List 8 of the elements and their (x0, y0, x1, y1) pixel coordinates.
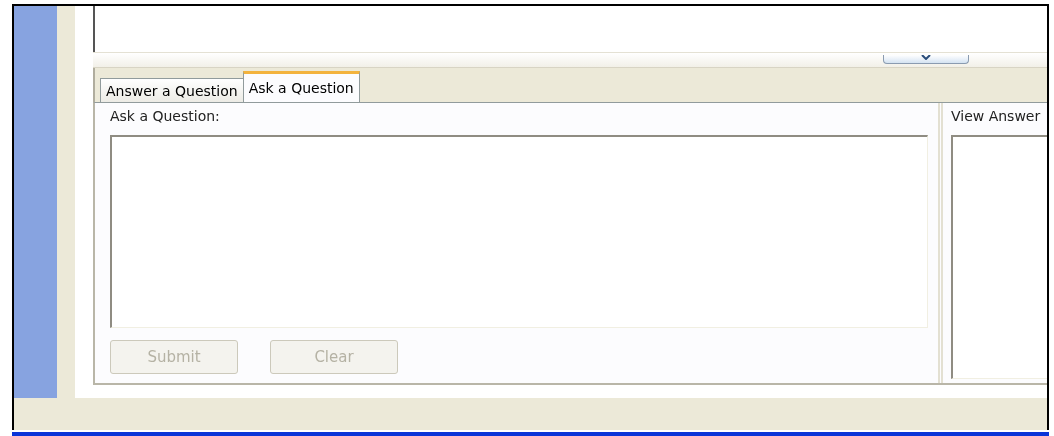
question-field[interactable] (110, 135, 928, 328)
collapse-button[interactable] (883, 55, 969, 64)
chevron-down-icon (920, 55, 932, 60)
panel-label: Ask a Question: (110, 108, 221, 126)
panel-label: View Answer (951, 108, 1042, 126)
answer-field[interactable] (951, 135, 1047, 379)
tab[interactable]: Answer a Question (100, 78, 244, 102)
tab[interactable]: Ask a Question (242, 71, 360, 102)
